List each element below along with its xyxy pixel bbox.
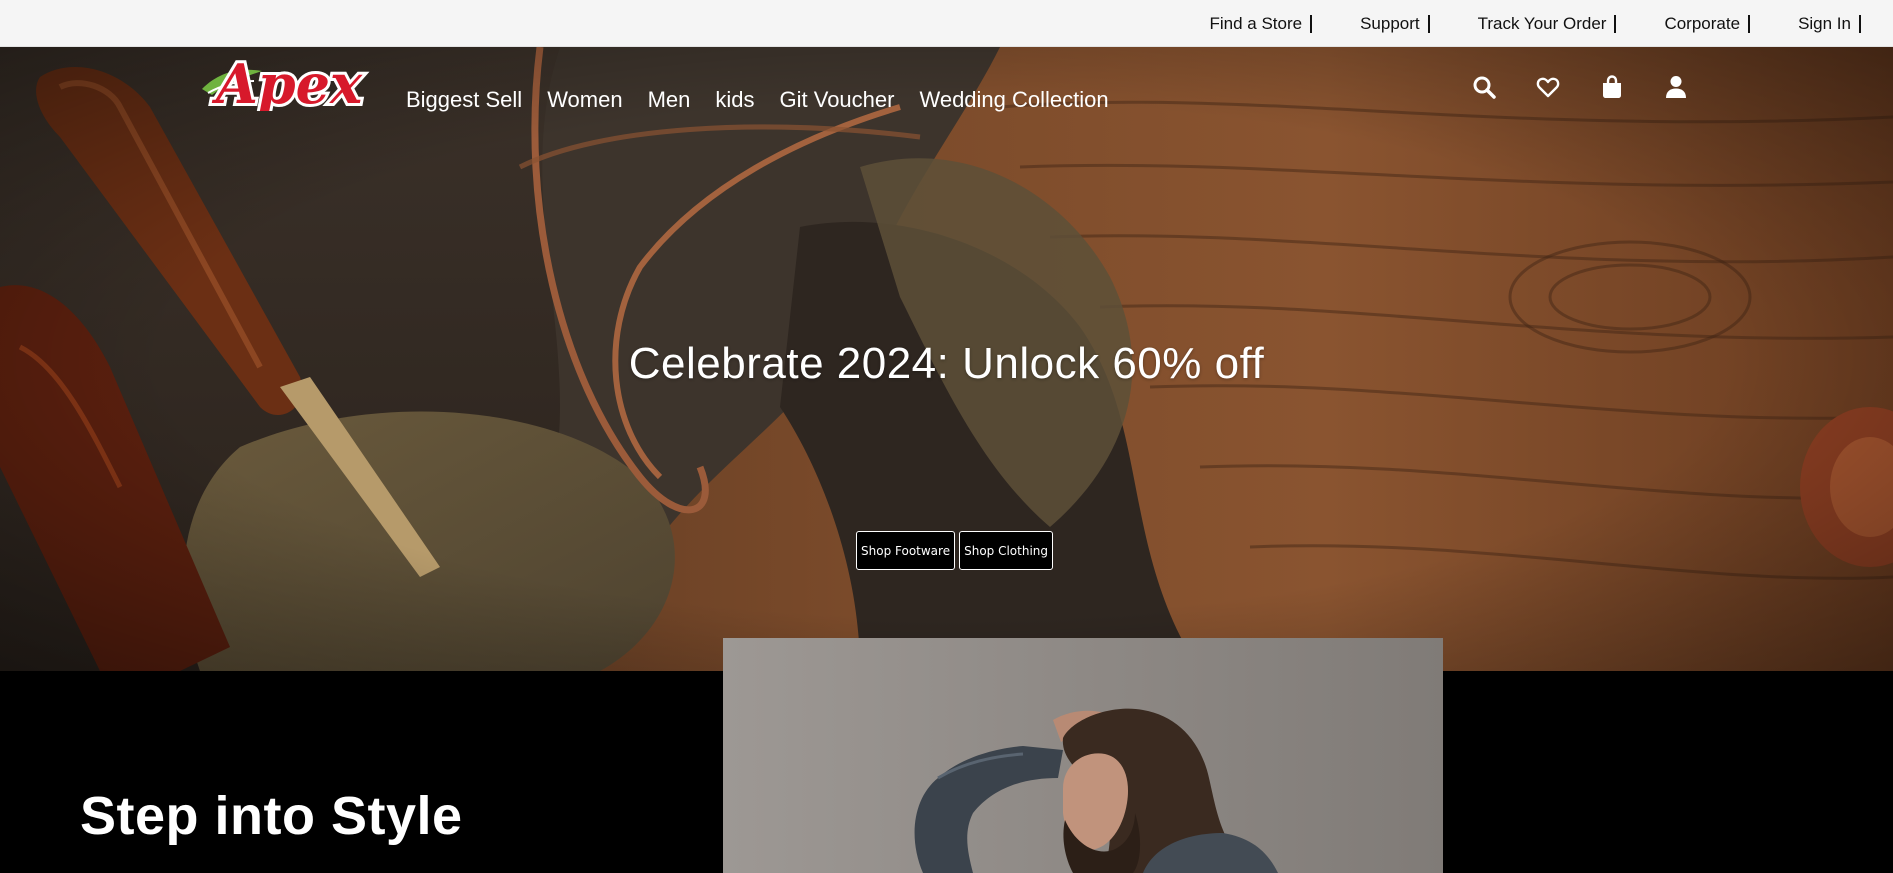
find-store-label: Find a Store [1209, 13, 1303, 33]
shop-clothing-button[interactable]: Shop Clothing [959, 531, 1054, 570]
nav-wedding-collection[interactable]: Wedding Collection [919, 87, 1108, 113]
nav-biggest-sell[interactable]: Biggest Sell [406, 87, 522, 113]
track-order-link[interactable]: Track Your Order [1430, 14, 1617, 34]
nav-men[interactable]: Men [648, 87, 691, 113]
search-icon [1473, 76, 1496, 99]
support-label: Support [1360, 13, 1420, 33]
account-button[interactable] [1644, 67, 1708, 107]
apex-logo[interactable]: Apex Apex [198, 47, 378, 119]
nav-kids[interactable]: kids [715, 87, 754, 113]
support-link[interactable]: Support [1312, 14, 1430, 34]
sign-in-label: Sign In [1798, 13, 1851, 33]
shopping-bag-icon [1603, 75, 1621, 98]
nav-gift-voucher[interactable]: Git Voucher [780, 87, 895, 113]
hero-headline: Celebrate 2024: Unlock 60% off [628, 339, 1265, 388]
nav-women[interactable]: Women [547, 87, 622, 113]
corporate-label: Corporate [1664, 13, 1741, 33]
apex-logo-mark: Apex Apex [202, 49, 366, 119]
hero-banner: Apex Apex Biggest Sell Women Men kids Gi… [0, 47, 1893, 671]
header-actions [1452, 67, 1708, 107]
find-store-link[interactable]: Find a Store [1209, 13, 1313, 34]
divider [1859, 14, 1861, 33]
cart-button[interactable] [1580, 67, 1644, 107]
shop-footwear-button[interactable]: Shop Footware [856, 531, 956, 570]
logo-wordmark: Apex [211, 52, 363, 111]
wishlist-button[interactable] [1516, 67, 1580, 107]
user-icon [1666, 76, 1686, 98]
heart-icon [1536, 77, 1560, 98]
sign-in-link[interactable]: Sign In [1750, 14, 1861, 34]
model-image [723, 638, 1443, 873]
utility-nav: Find a Store Support Track Your Order Co… [1209, 0, 1861, 47]
corporate-link[interactable]: Corporate [1616, 13, 1751, 34]
model-photo [723, 638, 1443, 873]
track-order-label: Track Your Order [1477, 13, 1607, 33]
main-nav: Biggest Sell Women Men kids Git Voucher … [406, 87, 1109, 113]
section-title: Step into Style [80, 786, 463, 846]
utility-bar: Find a Store Support Track Your Order Co… [0, 0, 1893, 47]
hero-cta-group: Shop Footware Shop Clothing [856, 531, 1054, 570]
search-button[interactable] [1452, 67, 1516, 107]
